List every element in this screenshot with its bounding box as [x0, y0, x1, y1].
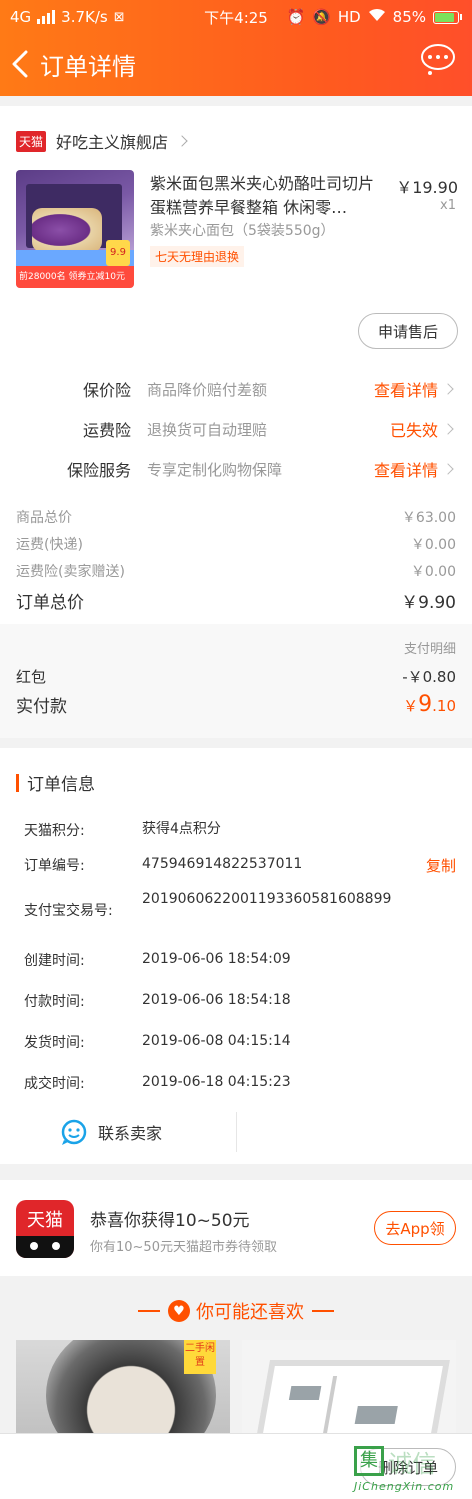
divider	[236, 1112, 237, 1152]
chevron-right-icon	[442, 383, 454, 395]
insurance-action: 查看详情	[373, 461, 438, 480]
info-key: 订单编号:	[24, 858, 85, 874]
shipping-insurance-value: ￥0.00	[410, 564, 456, 580]
shipping-value: ￥0.00	[410, 537, 456, 553]
chevron-left-icon	[12, 50, 28, 78]
battery-icon	[433, 10, 462, 24]
redpack-label: 红包	[16, 668, 47, 686]
header: 4G 3.7K/s ⊠ 下午4:25 ⏰ 🔕 HD 85% 订单详情	[0, 0, 472, 96]
back-button[interactable]	[4, 44, 36, 84]
info-key: 付款时间:	[24, 994, 85, 1010]
paid-label: 实付款	[16, 697, 67, 717]
info-key: 发货时间:	[24, 1035, 85, 1051]
info-value: 2019-06-08 04:15:14	[142, 1033, 291, 1049]
order-total-value: ￥9.90	[401, 593, 456, 613]
order-total-row: 订单总价 ￥9.90	[16, 588, 456, 613]
info-key: 支付宝交易号:	[24, 903, 113, 919]
insurance-desc: 商品降价赔付差额	[147, 380, 268, 399]
shipping-insurance-row: 运费险(卖家赠送) ￥0.00	[16, 561, 456, 581]
chevron-right-icon	[176, 135, 188, 147]
after-sale-button[interactable]: 申请售后	[358, 313, 458, 349]
promo-title: 恭喜你获得10~50元	[90, 1211, 250, 1231]
insurance-desc: 退换货可自动理赔	[147, 420, 268, 439]
payment-detail-area: 支付明细 红包 -￥0.80 实付款 ￥9.10	[0, 624, 472, 738]
go-app-button[interactable]: 去App领	[374, 1211, 456, 1245]
contact-seller-label: 联系卖家	[98, 1124, 163, 1143]
heart-icon: ♥	[168, 1300, 190, 1322]
secondhand-badge: 二手闲置	[184, 1340, 216, 1374]
contact-seller-button[interactable]: 联系卖家	[60, 1118, 162, 1146]
info-value: 475946914822537011	[142, 856, 303, 872]
insurance-action: 查看详情	[373, 381, 438, 400]
status-bar: 4G 3.7K/s ⊠ 下午4:25 ⏰ 🔕 HD 85%	[0, 0, 472, 34]
goods-total-value: ￥63.00	[401, 510, 456, 526]
info-key: 成交时间:	[24, 1076, 85, 1092]
shipping-label: 运费(快递)	[16, 537, 83, 553]
shop-row[interactable]: 天猫 好吃主义旗舰店	[0, 106, 472, 176]
chat-more-icon	[421, 44, 455, 75]
paid-value: ￥9.10	[403, 692, 456, 717]
copy-button[interactable]: 复制	[426, 855, 456, 876]
goods-total-label: 商品总价	[16, 510, 72, 526]
info-value: 2019-06-06 18:54:18	[142, 992, 291, 1008]
image-promo-text: 前28000名 领券立减10元	[16, 266, 134, 288]
nav-bar: 订单详情	[0, 36, 472, 92]
page-title: 订单详情	[40, 52, 136, 81]
tmall-badge: 天猫	[16, 130, 47, 152]
product-quantity: x1	[440, 198, 456, 213]
insurance-label: 运费险	[82, 421, 131, 440]
redpack-value: -￥0.80	[402, 668, 456, 686]
tmall-logo: 天猫	[16, 1200, 74, 1258]
redpack-row: 红包 -￥0.80	[16, 666, 456, 687]
goods-total-row: 商品总价 ￥63.00	[16, 507, 456, 527]
watermark-logo: 集 诚信 JiChengXin.com	[354, 1446, 464, 1496]
paid-row: 实付款 ￥9.10	[16, 692, 456, 717]
shop-name: 好吃主义旗舰店	[56, 133, 169, 152]
more-button[interactable]	[412, 38, 464, 82]
chevron-right-icon	[442, 463, 454, 475]
info-key: 天猫积分:	[24, 823, 85, 839]
product-price: ￥19.90	[396, 178, 458, 197]
order-total-label: 订单总价	[16, 593, 84, 613]
insurance-row-price-protect[interactable]: 保价险 商品降价赔付差额 查看详情	[0, 369, 472, 409]
return-policy-tag: 七天无理由退换	[150, 246, 245, 267]
product-image[interactable]: 9.9 前28000名 领券立减10元	[16, 170, 134, 288]
promo-subtitle: 你有10~50元天猫超市券待领取	[90, 1240, 277, 1255]
insurance-label: 保险服务	[66, 461, 131, 480]
payment-detail-label[interactable]: 支付明细	[404, 638, 456, 657]
product-title[interactable]: 紫米面包黑米夹心奶酪吐司切片蛋糕营养早餐整箱 休闲零…	[150, 172, 385, 220]
insurance-label: 保价险	[82, 381, 131, 400]
clock: 下午4:25	[204, 9, 268, 27]
info-value: 2019-06-18 04:15:23	[142, 1074, 291, 1090]
insurance-desc: 专享定制化购物保障	[147, 460, 283, 479]
chevron-right-icon	[442, 423, 454, 435]
order-detail-page: 4G 3.7K/s ⊠ 下午4:25 ⏰ 🔕 HD 85% 订单详情 天猫 好吃…	[0, 0, 472, 1499]
image-price-tag: 9.9	[106, 240, 130, 266]
insurance-action: 已失效	[389, 421, 438, 440]
insurance-row-shipping[interactable]: 运费险 退换货可自动理赔 已失效	[0, 409, 472, 449]
shipping-row: 运费(快递) ￥0.00	[16, 534, 456, 554]
order-info-title: 订单信息	[16, 770, 95, 795]
info-value: 获得4点积分	[142, 821, 221, 837]
info-key: 创建时间:	[24, 953, 85, 969]
info-value: 2019060622001193360581608899	[142, 891, 392, 907]
insurance-row-service[interactable]: 保险服务 专享定制化购物保障 查看详情	[0, 449, 472, 489]
recommend-title: ♥ 你可能还喜欢	[0, 1298, 472, 1324]
product-spec: 紫米夹心面包（5袋装550g）	[150, 223, 335, 239]
chat-bubble-icon	[61, 1119, 87, 1145]
info-value: 2019-06-06 18:54:09	[142, 951, 291, 967]
shipping-insurance-label: 运费险(卖家赠送)	[16, 564, 125, 580]
